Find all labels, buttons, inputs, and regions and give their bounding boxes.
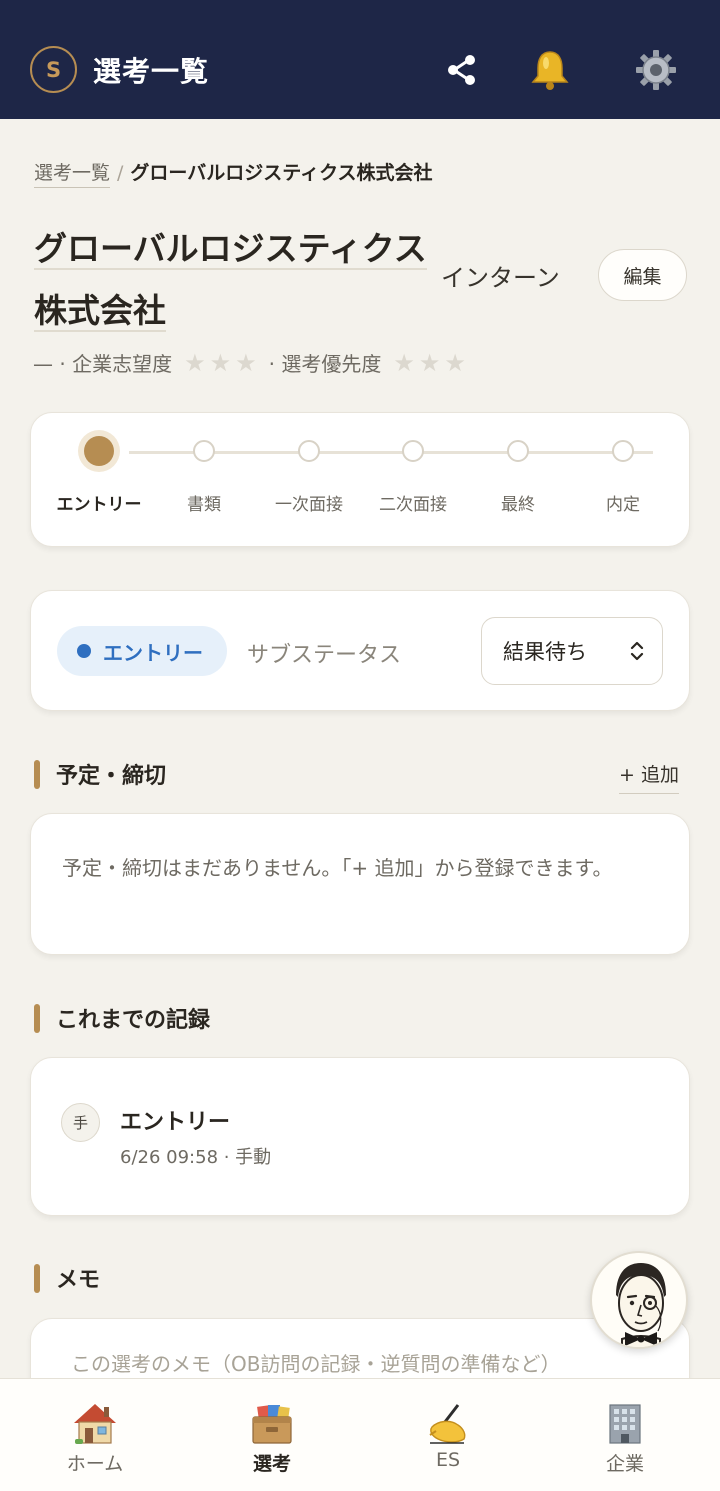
history-section-title: これまでの記録: [34, 1002, 210, 1034]
record-title: エントリー: [120, 1110, 231, 1135]
profile-avatar[interactable]: S: [30, 46, 77, 93]
stage-label: 内定: [606, 495, 640, 515]
status-dot-icon: [77, 644, 91, 658]
stage-label: 一次面接: [275, 495, 343, 515]
section-title-text: メモ: [56, 1268, 101, 1293]
section-accent-bar: [34, 1003, 40, 1033]
section-accent-bar: [34, 759, 40, 789]
section-accent-bar: [34, 1263, 40, 1293]
schedule-empty-text: 予定・締切はまだありません。「+ 追加」から登録できます。: [62, 856, 613, 880]
bell-icon[interactable]: [528, 48, 572, 92]
stage-dot: [402, 440, 424, 462]
record-timestamp: 6/26 09:58 · 手動: [120, 1147, 272, 1168]
tab-label: ES: [435, 1449, 461, 1471]
stage-progress-card: エントリー 書類 一次面接 二次面接 最終 内定: [30, 412, 690, 547]
tab-label: 選考: [252, 1453, 291, 1475]
memo-section-title: メモ: [34, 1262, 100, 1294]
stage-dot: [507, 440, 529, 462]
breadcrumb-separator: /: [117, 162, 124, 184]
schedule-card: 予定・締切はまだありません。「+ 追加」から登録できます。: [30, 813, 690, 955]
gear-icon[interactable]: [634, 48, 678, 92]
stage-dot: [84, 436, 114, 466]
substatus-select[interactable]: 結果待ち: [481, 617, 663, 685]
tab-es[interactable]: ES: [358, 1379, 538, 1491]
tab-home[interactable]: ホーム: [5, 1379, 185, 1491]
tab-label: ホーム: [66, 1453, 124, 1475]
breadcrumb: 選考一覧 / グローバルロジスティクス株式会社: [34, 158, 433, 188]
priority-stars[interactable]: ★★★: [393, 349, 470, 377]
section-title-text: これまでの記録: [56, 1008, 211, 1033]
company-name: グローバルロジスティクス株式会社: [34, 218, 429, 342]
stage-label: 書類: [187, 495, 221, 515]
substatus-value: 結果待ち: [503, 640, 587, 664]
rating-meta: — · 企業志望度 ★★★ · 選考優先度 ★★★: [33, 348, 478, 377]
bottom-tab-bar: ホーム 選考 ES 企業: [0, 1378, 720, 1491]
house-icon: [74, 1404, 116, 1444]
add-schedule-button[interactable]: + 追加: [619, 760, 679, 794]
aspiration-label: — · 企業志望度: [33, 352, 173, 376]
share-icon[interactable]: [440, 48, 484, 92]
office-building-icon: [609, 1404, 641, 1444]
breadcrumb-parent-link[interactable]: 選考一覧: [34, 162, 111, 188]
stage-dot: [193, 440, 215, 462]
substatus-label: サブステータス: [247, 643, 402, 668]
stage-label: 二次面接: [379, 495, 447, 515]
status-card: エントリー サブステータス 結果待ち: [30, 590, 690, 711]
breadcrumb-current: グローバルロジスティクス株式会社: [130, 162, 433, 184]
gentleman-monocle-icon: [616, 1263, 666, 1347]
priority-label: · 選考優先度: [268, 352, 382, 376]
page-title: 選考一覧: [93, 55, 210, 88]
tab-label: 企業: [605, 1453, 644, 1475]
stage-label: エントリー: [56, 495, 142, 515]
mascot-assistant-button[interactable]: [590, 1251, 688, 1349]
stage-dot: [298, 440, 320, 462]
app-header: S 選考一覧: [0, 0, 720, 119]
status-badge: エントリー: [57, 626, 227, 676]
job-type-label: インターン: [441, 264, 560, 292]
schedule-section-title: 予定・締切: [34, 758, 166, 790]
company-name-text: グローバルロジスティクス株式会社: [34, 229, 427, 332]
aspiration-stars[interactable]: ★★★: [184, 349, 261, 377]
stage-label: 最終: [501, 495, 535, 515]
memo-input[interactable]: この選考のメモ（OB訪問の記録・逆質問の準備など）: [71, 1348, 560, 1377]
tab-companies[interactable]: 企業: [535, 1379, 715, 1491]
edit-button[interactable]: 編集: [598, 249, 687, 301]
card-box-icon: [252, 1405, 292, 1444]
stage-dot: [612, 440, 634, 462]
chevron-up-down-icon: [630, 641, 644, 661]
history-card: 手 エントリー 6/26 09:58 · 手動: [30, 1057, 690, 1216]
manual-record-icon: 手: [61, 1103, 100, 1142]
tab-selection[interactable]: 選考: [182, 1379, 362, 1491]
section-title-text: 予定・締切: [56, 764, 167, 789]
status-text: エントリー: [103, 640, 203, 665]
writing-hand-icon: [429, 1404, 466, 1444]
